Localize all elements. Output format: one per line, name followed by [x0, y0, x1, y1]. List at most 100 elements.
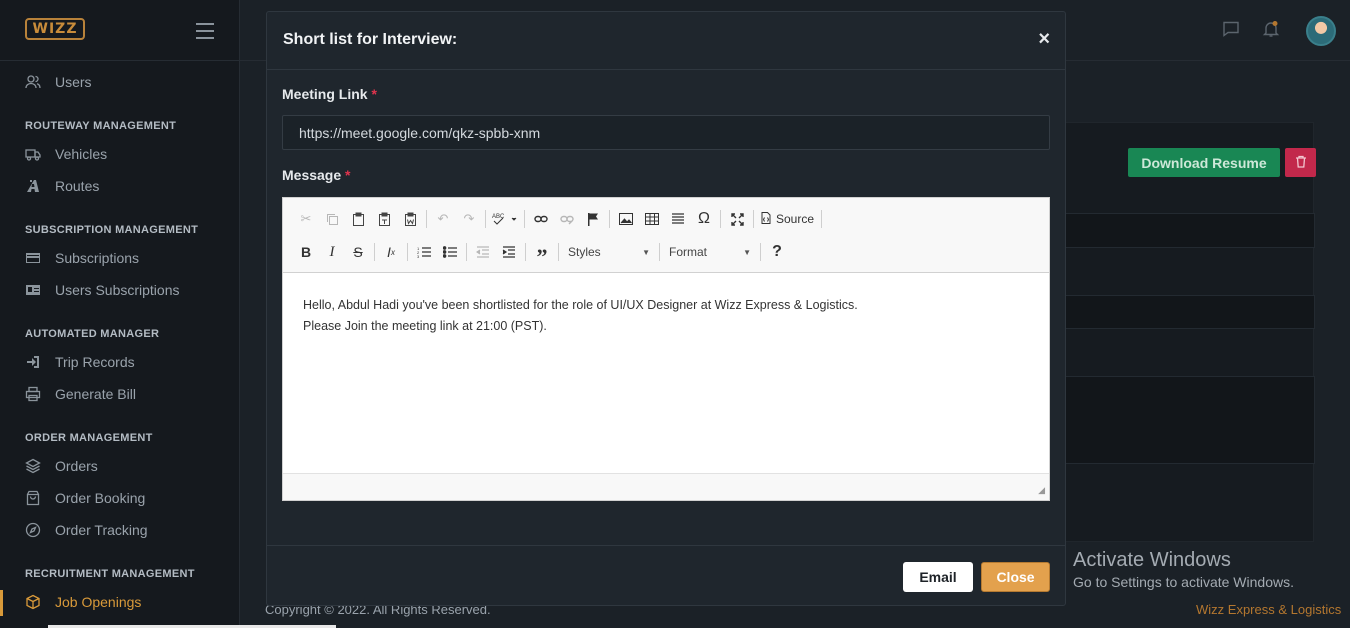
toolbar-separator [485, 210, 486, 228]
link-icon[interactable] [528, 207, 554, 231]
required-mark: * [371, 86, 377, 102]
modal-title: Short list for Interview: [283, 31, 458, 48]
paste-word-icon[interactable] [397, 207, 423, 231]
horizontal-line-icon[interactable] [665, 207, 691, 231]
toolbar-separator [466, 243, 467, 261]
credit-card-icon [25, 250, 41, 266]
table-icon[interactable] [639, 207, 665, 231]
label-text: Meeting Link [282, 86, 368, 102]
compass-icon [25, 522, 41, 538]
shortlist-modal: Short list for Interview: × Meeting Link… [266, 11, 1066, 606]
bell-icon[interactable] [1262, 20, 1282, 40]
modal-footer: Email Close [267, 545, 1065, 606]
special-char-icon[interactable]: Ω [691, 207, 717, 231]
sidebar-item-label: Generate Bill [55, 386, 136, 402]
styles-dropdown[interactable]: Styles ▼ [562, 240, 656, 264]
active-indicator [0, 590, 3, 616]
dropdown-arrow-icon: ▼ [642, 247, 650, 257]
bold-icon[interactable]: B [293, 240, 319, 264]
toolbar-separator [374, 243, 375, 261]
footer-brand-link[interactable]: Wizz Express & Logistics [1196, 602, 1341, 617]
svg-text:ABC: ABC [492, 214, 505, 220]
truck-icon [25, 146, 41, 162]
section-recruitment: RECRUITMENT MANAGEMENT [25, 568, 195, 580]
bullet-list-icon[interactable] [437, 240, 463, 264]
shopping-bag-icon [25, 490, 41, 506]
remove-format-icon[interactable]: Ix [378, 240, 404, 264]
sidebar-item-label: Users [55, 74, 92, 90]
avatar[interactable] [1306, 16, 1336, 46]
blockquote-icon[interactable]: ” [529, 240, 555, 269]
email-button[interactable]: Email [903, 562, 973, 592]
format-dropdown[interactable]: Format ▼ [663, 240, 757, 264]
toolbar-separator [558, 243, 559, 261]
paste-text-icon[interactable] [371, 207, 397, 231]
undo-icon[interactable]: ↶ [430, 207, 456, 231]
sidebar-item-users[interactable]: Users [25, 72, 92, 92]
sign-in-icon [25, 354, 41, 370]
sidebar-item-generate-bill[interactable]: Generate Bill [25, 384, 136, 404]
sidebar-item-label: Trip Records [55, 354, 135, 370]
cube-icon [25, 594, 41, 610]
styles-label: Styles [568, 245, 601, 259]
editor-content[interactable]: Hello, Abdul Hadi you've been shortliste… [283, 273, 1049, 359]
paste-icon[interactable] [345, 207, 371, 231]
sidebar-item-label: Orders [55, 458, 98, 474]
chat-icon[interactable] [1222, 20, 1242, 40]
spellcheck-icon[interactable]: ABC [489, 207, 521, 231]
section-order: ORDER MANAGEMENT [25, 432, 153, 444]
sidebar-item-job-openings[interactable]: Job Openings [25, 592, 141, 612]
sidebar-item-order-booking[interactable]: Order Booking [25, 488, 145, 508]
close-button[interactable]: Close [981, 562, 1050, 592]
modal-header: Short list for Interview: × [267, 12, 1065, 70]
unlink-icon[interactable] [554, 207, 580, 231]
download-resume-button[interactable]: Download Resume [1128, 148, 1280, 177]
activate-title: Activate Windows [1073, 549, 1231, 571]
outdent-icon[interactable] [470, 240, 496, 264]
menu-toggle-icon[interactable] [196, 23, 214, 39]
brand-logo[interactable]: WIZZ [25, 18, 85, 40]
source-button[interactable]: Source [757, 211, 818, 227]
source-label: Source [776, 212, 815, 226]
sidebar-item-label: Order Booking [55, 490, 146, 506]
italic-icon[interactable]: I [319, 240, 345, 264]
sidebar-item-users-subscriptions[interactable]: Users Subscriptions [25, 280, 180, 300]
editor-statusbar: ◢ [283, 473, 1049, 500]
toolbar-separator [760, 243, 761, 261]
sidebar-item-trip-records[interactable]: Trip Records [25, 352, 135, 372]
editor-toolbar: ✂ ↶ ↷ ABC Ω Source B I S I x 1 2 3 ” Sty… [283, 198, 1049, 273]
image-icon[interactable] [613, 207, 639, 231]
trash-icon [1295, 155, 1307, 171]
resize-handle-icon[interactable]: ◢ [1038, 485, 1045, 496]
sidebar-item-routes[interactable]: Routes [25, 176, 99, 196]
redo-icon[interactable]: ↷ [456, 207, 482, 231]
numbered-list-icon[interactable]: 123 [411, 240, 437, 264]
sidebar-item-subscriptions[interactable]: Subscriptions [25, 248, 139, 268]
delete-button[interactable] [1285, 148, 1316, 177]
sidebar-item-label: Subscriptions [55, 250, 140, 266]
toolbar-row-2: B I S Ix 123 ” Styles ▼ Format ▼ ? [293, 239, 790, 269]
meeting-link-input[interactable]: https://meet.google.com/qkz-spbb-xnm [282, 115, 1050, 150]
help-icon[interactable]: ? [764, 240, 790, 264]
sidebar-item-orders[interactable]: Orders [25, 456, 98, 476]
copy-icon[interactable] [319, 207, 345, 231]
anchor-flag-icon[interactable] [580, 207, 606, 231]
cut-icon[interactable]: ✂ [293, 207, 319, 231]
bg-field [1062, 213, 1315, 248]
road-icon [25, 178, 41, 194]
sidebar-item-vehicles[interactable]: Vehicles [25, 144, 107, 164]
sidebar-item-order-tracking[interactable]: Order Tracking [25, 520, 148, 540]
indent-icon[interactable] [496, 240, 522, 264]
strikethrough-icon[interactable]: S [345, 240, 371, 264]
printer-icon [25, 386, 41, 402]
windows-activation-notice: Activate Windows Go to Settings to activ… [1073, 549, 1294, 590]
message-line: Hello, Abdul Hadi you've been shortliste… [303, 298, 858, 312]
sidebar-item-label: Job Openings [55, 594, 142, 610]
sidebar-item-label: Order Tracking [55, 522, 148, 538]
meeting-link-label: Meeting Link * [282, 86, 377, 102]
maximize-icon[interactable] [724, 207, 750, 231]
bg-textarea [1062, 376, 1315, 464]
sidebar-item-label: Routes [55, 178, 100, 194]
close-icon[interactable]: × [1038, 28, 1050, 51]
format-label: Format [669, 245, 708, 259]
